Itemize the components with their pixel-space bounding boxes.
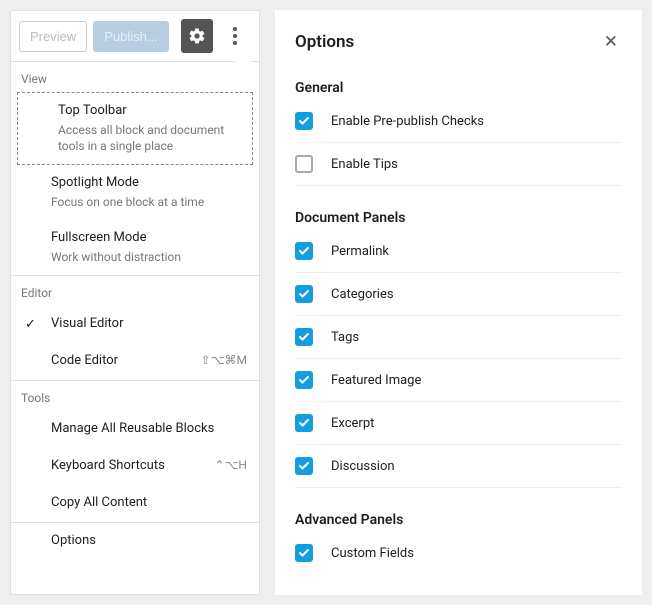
- section-label-editor: Editor: [11, 276, 259, 306]
- more-vertical-icon: [233, 27, 237, 45]
- gear-icon: [188, 27, 206, 45]
- option-row: Tags: [295, 316, 622, 359]
- options-group-title: Document Panels: [295, 210, 622, 226]
- checkbox[interactable]: [295, 328, 313, 346]
- menu-item-top-toolbar[interactable]: Top Toolbar Access all block and documen…: [17, 92, 253, 165]
- checkbox[interactable]: [295, 112, 313, 130]
- option-label: Enable Tips: [331, 157, 398, 172]
- options-group-title: General: [295, 80, 622, 96]
- menu-item-title: Visual Editor: [51, 316, 249, 333]
- menu-item-desc: Focus on one block at a time: [51, 194, 249, 210]
- option-label: Featured Image: [331, 373, 421, 388]
- option-row: Featured Image: [295, 359, 622, 402]
- options-title: Options: [295, 32, 354, 52]
- menu-item-title: Copy All Content: [51, 495, 249, 512]
- menu-item-keyboard-shortcuts[interactable]: Keyboard Shortcuts ⌃⌥H: [11, 448, 259, 485]
- close-icon: ✕: [604, 32, 618, 52]
- checkbox[interactable]: [295, 155, 313, 173]
- keyboard-shortcut: ⇧⌥⌘M: [201, 353, 247, 367]
- preview-button[interactable]: Preview: [19, 21, 87, 52]
- close-button[interactable]: ✕: [600, 30, 622, 54]
- check-icon: [298, 417, 310, 429]
- checkbox[interactable]: [295, 457, 313, 475]
- check-icon: ✓: [25, 317, 36, 332]
- check-icon: [298, 331, 310, 343]
- option-label: Enable Pre-publish Checks: [331, 114, 484, 129]
- section-label-tools: Tools: [11, 381, 259, 411]
- editor-toolbar: Preview Publish...: [10, 10, 260, 61]
- option-label: Categories: [331, 287, 394, 302]
- option-row: Discussion: [295, 445, 622, 488]
- option-label: Discussion: [331, 459, 395, 474]
- check-icon: [298, 460, 310, 472]
- check-icon: [298, 115, 310, 127]
- menu-item-desc: Access all block and document tools in a…: [58, 122, 242, 154]
- menu-item-title: Options: [51, 533, 249, 550]
- menu-item-visual-editor[interactable]: ✓ Visual Editor: [11, 306, 259, 343]
- option-row: Excerpt: [295, 402, 622, 445]
- menu-item-title: Fullscreen Mode: [51, 230, 249, 247]
- checkbox[interactable]: [295, 242, 313, 260]
- keyboard-shortcut: ⌃⌥H: [215, 458, 247, 472]
- options-group-title: Advanced Panels: [295, 512, 622, 528]
- options-modal: Options ✕ General Enable Pre-publish Chec…: [275, 10, 642, 595]
- menu-item-copy-all-content[interactable]: Copy All Content: [11, 485, 259, 522]
- check-icon: [298, 547, 310, 559]
- menu-item-title: Spotlight Mode: [51, 175, 249, 192]
- option-row: Custom Fields: [295, 532, 622, 574]
- menu-item-title: Top Toolbar: [58, 103, 242, 120]
- menu-item-title: Manage All Reusable Blocks: [51, 421, 249, 438]
- option-row: Enable Tips: [295, 143, 622, 186]
- section-label-view: View: [11, 62, 259, 92]
- check-icon: [298, 374, 310, 386]
- more-menu-dropdown: View Top Toolbar Access all block and do…: [10, 61, 260, 595]
- option-row: Enable Pre-publish Checks: [295, 100, 622, 143]
- option-label: Permalink: [331, 244, 389, 259]
- menu-item-fullscreen-mode[interactable]: Fullscreen Mode Work without distraction: [11, 220, 259, 275]
- menu-item-spotlight-mode[interactable]: Spotlight Mode Focus on one block at a t…: [11, 165, 259, 220]
- menu-item-manage-reusable-blocks[interactable]: Manage All Reusable Blocks: [11, 411, 259, 448]
- settings-button[interactable]: [181, 19, 213, 53]
- checkbox[interactable]: [295, 371, 313, 389]
- check-icon: [298, 245, 310, 257]
- option-label: Excerpt: [331, 416, 374, 431]
- more-menu-button[interactable]: [219, 19, 251, 53]
- checkbox[interactable]: [295, 414, 313, 432]
- menu-item-options[interactable]: Options: [11, 523, 259, 560]
- publish-button[interactable]: Publish...: [93, 21, 168, 52]
- check-icon: [298, 288, 310, 300]
- checkbox[interactable]: [295, 285, 313, 303]
- menu-item-code-editor[interactable]: Code Editor ⇧⌥⌘M: [11, 343, 259, 380]
- option-row: Permalink: [295, 230, 622, 273]
- menu-item-desc: Work without distraction: [51, 249, 249, 265]
- checkbox[interactable]: [295, 544, 313, 562]
- option-label: Custom Fields: [331, 546, 414, 561]
- option-label: Tags: [331, 330, 359, 345]
- option-row: Categories: [295, 273, 622, 316]
